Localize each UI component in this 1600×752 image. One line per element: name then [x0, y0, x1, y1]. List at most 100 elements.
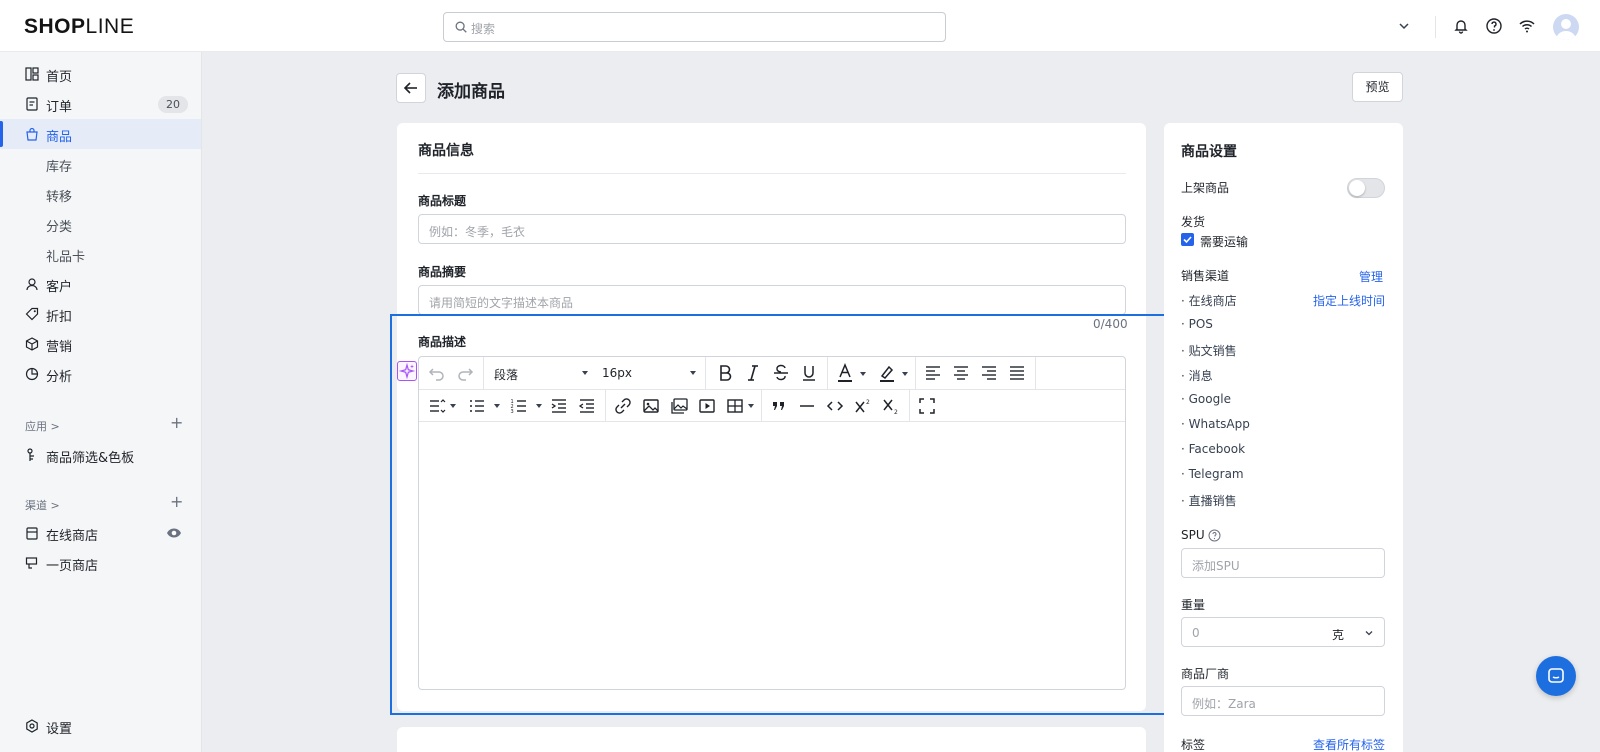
channel-online-store: · 在线商店 — [1181, 294, 1237, 308]
card-divider — [418, 173, 1126, 174]
apps-section-title[interactable]: 应用 > — [25, 418, 60, 434]
schedule-publish-link[interactable]: 指定上线时间 — [1313, 292, 1385, 309]
channels-section-title[interactable]: 渠道 > — [25, 497, 60, 513]
product-title-placeholder: 例如：冬季，毛衣 — [429, 225, 526, 239]
shipping-label: 发货 — [1181, 215, 1206, 229]
back-button[interactable] — [396, 73, 426, 103]
chevron-down-icon — [1365, 631, 1373, 636]
sidebar-item-filter-swatch-app[interactable]: 商品筛选&色板 — [0, 440, 201, 470]
requires-shipping-label: 需要运输 — [1200, 235, 1249, 249]
vendor-placeholder: 例如：Zara — [1192, 697, 1256, 711]
page-title: 添加商品 — [437, 82, 505, 102]
publish-label: 上架商品 — [1181, 181, 1230, 195]
help-icon[interactable] — [1484, 16, 1504, 36]
spu-placeholder: 添加SPU — [1192, 559, 1240, 573]
product-summary-input[interactable]: 请用简短的文字描述本商品 — [418, 285, 1126, 315]
sidebar-item-label: 转移 — [46, 190, 73, 205]
product-title-input[interactable]: 例如：冬季，毛衣 — [418, 214, 1126, 244]
product-summary-label: 商品摘要 — [418, 265, 467, 279]
vendor-label: 商品厂商 — [1181, 667, 1230, 681]
analytics-icon — [25, 367, 39, 381]
sidebar-item-label: 首页 — [46, 70, 73, 85]
sidebar-item-label: 折扣 — [46, 310, 73, 325]
avatar[interactable] — [1553, 14, 1579, 40]
bell-icon[interactable] — [1451, 16, 1471, 36]
weight-placeholder: 0 — [1192, 626, 1200, 640]
product-media-card — [397, 727, 1146, 752]
sidebar-item-analytics[interactable]: 分析 — [0, 359, 201, 389]
sidebar-item-label: 商品 — [46, 130, 73, 145]
channel-facebook: · Facebook — [1181, 442, 1246, 456]
checkmark-icon — [1183, 236, 1192, 244]
add-app-icon[interactable]: + — [170, 413, 183, 432]
product-info-title: 商品信息 — [418, 143, 474, 159]
order-icon — [26, 97, 38, 111]
header-divider — [1435, 16, 1436, 38]
one-page-store-icon — [25, 557, 38, 569]
eye-icon[interactable] — [166, 527, 182, 539]
spu-input[interactable]: 添加SPU — [1181, 548, 1385, 578]
sidebar-item-orders[interactable]: 订单 20 — [0, 89, 201, 119]
logo-text-bold: SHOP — [24, 15, 86, 38]
customer-icon — [26, 278, 38, 291]
search-input[interactable]: 搜索 — [443, 12, 946, 42]
sidebar-item-categories[interactable]: 分类 — [0, 209, 201, 239]
sidebar-item-label: 一页商店 — [46, 559, 99, 574]
wifi-icon[interactable] — [1517, 16, 1537, 36]
sidebar-item-label: 订单 — [46, 100, 73, 115]
tag-icon — [25, 307, 39, 321]
dashboard-icon — [25, 67, 39, 81]
add-channel-icon[interactable]: + — [170, 492, 183, 511]
arrow-left-icon — [403, 82, 417, 94]
view-all-tags-link[interactable]: 查看所有标签 — [1313, 736, 1385, 752]
sidebar-item-gift-cards[interactable]: 礼品卡 — [0, 239, 201, 269]
product-settings-title: 商品设置 — [1181, 144, 1237, 160]
manage-channels-link[interactable]: 管理 — [1359, 268, 1383, 285]
vendor-input[interactable]: 例如：Zara — [1181, 686, 1385, 716]
sidebar-item-products[interactable]: 商品 — [0, 119, 201, 149]
sidebar-item-label: 礼品卡 — [46, 250, 86, 265]
chevron-down-icon[interactable] — [1394, 16, 1414, 36]
sidebar-item-label: 设置 — [46, 722, 73, 737]
weight-unit-select[interactable]: 克 — [1322, 617, 1385, 647]
search-placeholder: 搜索 — [471, 22, 496, 36]
chat-icon — [1548, 668, 1564, 683]
sidebar-item-marketing[interactable]: 营销 — [0, 329, 201, 359]
sidebar-item-customers[interactable]: 客户 — [0, 269, 201, 299]
search-icon — [455, 21, 467, 33]
weight-unit-value: 克 — [1332, 628, 1345, 642]
tags-label: 标签 — [1181, 738, 1206, 752]
requires-shipping-checkbox[interactable] — [1181, 233, 1194, 246]
weight-label: 重量 — [1181, 598, 1206, 612]
sidebar-item-one-page-store[interactable]: 一页商店 — [0, 548, 201, 578]
channel-telegram: · Telegram — [1181, 467, 1244, 481]
product-bag-icon — [26, 127, 38, 141]
help-circle-icon[interactable] — [1208, 529, 1221, 542]
sidebar-item-label: 库存 — [46, 160, 73, 175]
sidebar-item-inventory[interactable]: 库存 — [0, 149, 201, 179]
preview-button[interactable]: 预览 — [1352, 72, 1403, 102]
sales-channels-label: 销售渠道 — [1181, 269, 1230, 283]
chat-support-button[interactable] — [1536, 656, 1576, 696]
sidebar-item-discounts[interactable]: 折扣 — [0, 299, 201, 329]
store-icon — [26, 527, 38, 540]
spu-label: SPU — [1181, 528, 1205, 542]
channel-messages: · 消息 — [1181, 369, 1213, 383]
product-summary-placeholder: 请用简短的文字描述本商品 — [429, 296, 574, 310]
sidebar-item-transfer[interactable]: 转移 — [0, 179, 201, 209]
channel-pos: · POS — [1181, 317, 1213, 331]
sidebar-item-online-store[interactable]: 在线商店 — [0, 518, 201, 548]
publish-toggle[interactable] — [1347, 178, 1385, 198]
sidebar-item-home[interactable]: 首页 — [0, 59, 201, 89]
sidebar-item-label: 客户 — [46, 280, 73, 295]
shopline-logo[interactable]: SHOPLINE — [24, 15, 134, 39]
channel-live-sales: · 直播销售 — [1181, 494, 1237, 508]
channel-google: · Google — [1181, 392, 1231, 406]
gear-icon — [26, 719, 38, 733]
marketing-icon — [25, 337, 39, 351]
sidebar-item-settings[interactable]: 设置 — [0, 711, 201, 741]
sidebar-item-label: 在线商店 — [46, 529, 99, 544]
channel-post-sales: · 贴文销售 — [1181, 344, 1237, 358]
weight-input[interactable]: 0 — [1181, 617, 1323, 647]
channel-whatsapp: · WhatsApp — [1181, 417, 1250, 431]
